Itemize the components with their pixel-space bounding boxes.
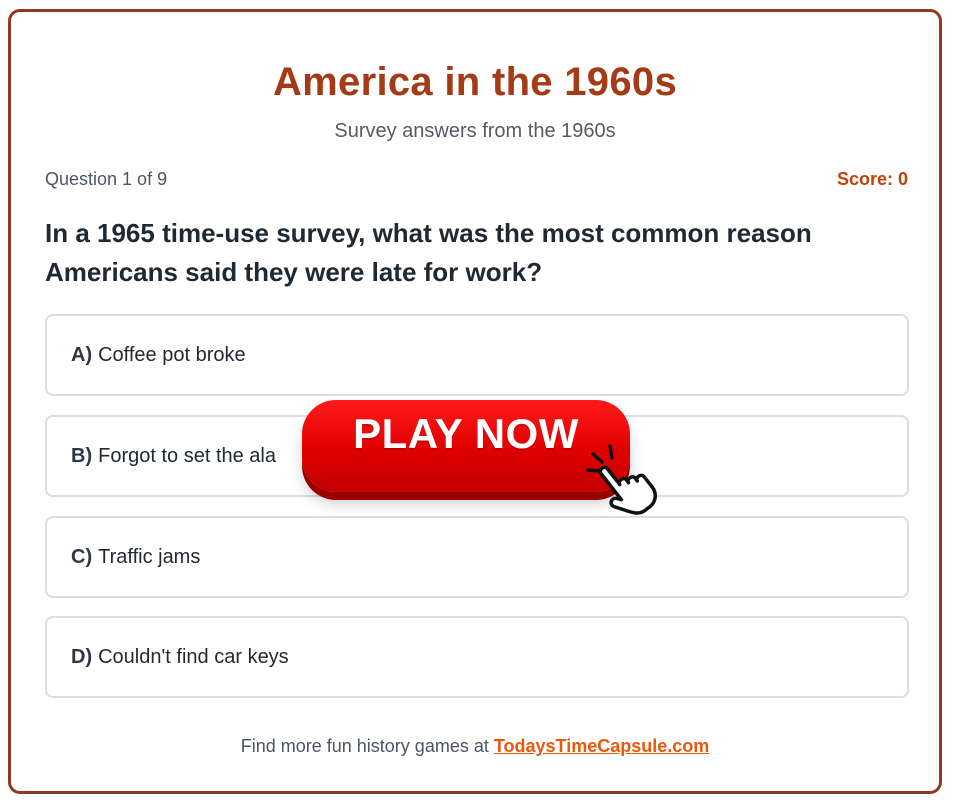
option-letter: C) xyxy=(71,545,93,568)
option-label: Coffee pot broke xyxy=(98,343,246,366)
option-letter: D) xyxy=(71,645,93,668)
option-label: Traffic jams xyxy=(98,545,201,568)
question-text: In a 1965 time-use survey, what was the … xyxy=(45,218,812,287)
play-now-label: PLAY NOW xyxy=(353,410,579,457)
play-now-overlay: PLAY NOW xyxy=(302,400,632,500)
play-now-button[interactable]: PLAY NOW xyxy=(302,400,630,492)
page-title: America in the 1960s xyxy=(273,60,677,104)
option-letter: B) xyxy=(71,444,93,467)
option-label: Couldn't find car keys xyxy=(98,645,289,668)
footer: Find more fun history games at TodaysTim… xyxy=(11,736,939,757)
score-display: Score: 0 xyxy=(836,169,908,189)
answer-option-c[interactable]: C) Traffic jams xyxy=(45,516,909,598)
hand-pointer-icon xyxy=(586,444,657,515)
option-letter: A) xyxy=(71,343,93,366)
option-label: Forgot to set the ala xyxy=(98,444,276,467)
answer-option-a[interactable]: A) Coffee pot broke xyxy=(45,314,909,396)
question-progress: Question 1 of 9 xyxy=(45,169,168,189)
page-subtitle: Survey answers from the 1960s xyxy=(334,120,616,142)
answer-option-d[interactable]: D) Couldn't find car keys xyxy=(45,616,909,698)
footer-text: Find more fun history games at xyxy=(240,736,489,756)
site-link[interactable]: TodaysTimeCapsule.com xyxy=(494,736,709,756)
